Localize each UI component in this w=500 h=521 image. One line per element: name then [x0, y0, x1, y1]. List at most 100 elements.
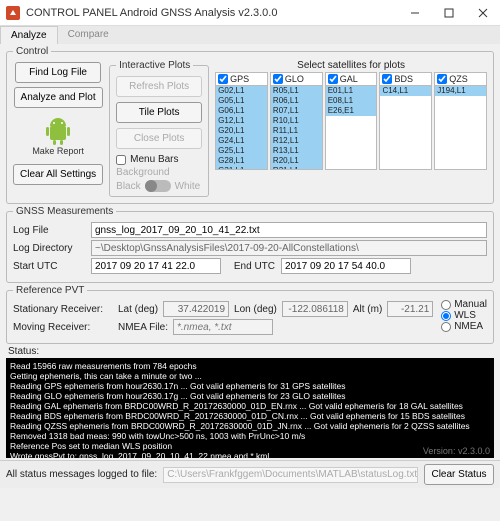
nmea-file-label: NMEA File: [118, 322, 168, 333]
make-report-button[interactable]: Make Report [28, 112, 88, 160]
minimize-button[interactable] [398, 0, 432, 26]
sat-col-checkbox-gps[interactable] [218, 74, 228, 84]
tab-compare[interactable]: Compare [58, 26, 119, 44]
sat-item[interactable]: G28,L1 [216, 156, 267, 166]
close-button[interactable] [466, 0, 500, 26]
wls-radio[interactable] [441, 311, 451, 321]
sat-item[interactable]: G20,L1 [216, 126, 267, 136]
sat-item[interactable]: J194,L1 [435, 86, 486, 96]
sat-col-checkbox-glo[interactable] [273, 74, 283, 84]
menubars-checkbox[interactable] [116, 155, 126, 165]
nmea-file-field[interactable] [173, 319, 273, 335]
clear-all-button[interactable]: Clear All Settings [13, 164, 103, 185]
sat-list[interactable]: E01,L1E08,L1E26,E1 [325, 86, 378, 170]
sat-item[interactable]: R10,L1 [271, 116, 322, 126]
footer-bar: All status messages logged to file: C:\U… [0, 460, 500, 488]
satellite-select-group: Select satellites for plots GPS G02,L1G05… [215, 60, 487, 197]
sat-item[interactable]: R05,L1 [271, 86, 322, 96]
lon-label: Lon (deg) [234, 304, 277, 315]
status-line: Reference Pos set to median WLS position [10, 441, 490, 451]
sat-col-label: QZS [449, 74, 468, 84]
sat-list[interactable]: R05,L1R06,L1R07,L1R10,L1R11,L1R12,L1R13,… [270, 86, 323, 170]
sat-item[interactable]: E08,L1 [326, 96, 377, 106]
sat-col-checkbox-bds[interactable] [382, 74, 392, 84]
sat-item[interactable]: G24,L1 [216, 136, 267, 146]
sat-item[interactable]: R06,L1 [271, 96, 322, 106]
status-label: Status: [8, 346, 494, 357]
sat-item[interactable]: R21,L1 [271, 166, 322, 170]
wls-label: WLS [454, 310, 476, 321]
sat-item[interactable]: R11,L1 [271, 126, 322, 136]
sat-col-glo: GLOR05,L1R06,L1R07,L1R10,L1R11,L1R12,L1R… [270, 72, 323, 170]
footer-label: All status messages logged to file: [6, 469, 157, 480]
sat-item[interactable]: G31,L1 [216, 166, 267, 170]
logfile-field[interactable] [91, 222, 487, 238]
tab-analyze[interactable]: Analyze [0, 26, 58, 44]
status-line: Read 15966 raw measurements from 784 epo… [10, 361, 490, 371]
mode-tabs: Analyze Compare [0, 26, 500, 44]
interactive-plots-legend: Interactive Plots [116, 60, 193, 71]
nmea-radio[interactable] [441, 322, 451, 332]
status-console[interactable]: Read 15966 raw measurements from 784 epo… [6, 358, 494, 458]
alt-label: Alt (m) [353, 304, 382, 315]
endutc-field[interactable] [281, 258, 411, 274]
sat-col-label: GPS [230, 74, 249, 84]
sat-item[interactable]: R13,L1 [271, 146, 322, 156]
sat-col-checkbox-gal[interactable] [328, 74, 338, 84]
clear-status-button[interactable]: Clear Status [424, 464, 494, 485]
control-legend: Control [13, 46, 51, 57]
refresh-plots-button[interactable]: Refresh Plots [116, 76, 202, 97]
manual-radio[interactable] [441, 300, 451, 310]
gnss-measurements-group: GNSS Measurements Log File Log Directory… [6, 206, 494, 283]
sat-col-checkbox-qzs[interactable] [437, 74, 447, 84]
status-line: Reading GLO ephemeris from hour2630.17g … [10, 391, 490, 401]
reference-pvt-group: Reference PVT Stationary Receiver: Lat (… [6, 285, 494, 344]
window-title: CONTROL PANEL Android GNSS Analysis v2.3… [26, 7, 277, 19]
sat-list[interactable]: G02,L1G05,L1G06,L1G12,L1G20,L1G24,L1G25,… [215, 86, 268, 170]
control-group: Control Find Log File Analyze and Plot M… [6, 46, 494, 204]
sat-item[interactable]: G12,L1 [216, 116, 267, 126]
logdir-field[interactable] [91, 240, 487, 256]
status-line: Wrote gnssPvt to: gnss_log_2017_09_20_10… [10, 451, 490, 458]
alt-field[interactable] [387, 301, 433, 317]
tile-plots-button[interactable]: Tile Plots [116, 102, 202, 123]
version-value: v2.3.0.0 [458, 446, 490, 456]
satellite-legend: Select satellites for plots [215, 60, 487, 71]
endutc-label: End UTC [227, 261, 275, 272]
lat-field[interactable] [163, 301, 229, 317]
sat-list[interactable]: J194,L1 [434, 86, 487, 170]
app-icon [6, 6, 20, 20]
menubars-label: Menu Bars [130, 154, 178, 165]
interactive-plots-group: Interactive Plots Refresh Plots Tile Plo… [109, 60, 209, 197]
background-label: Background [116, 167, 202, 178]
sat-item[interactable]: R12,L1 [271, 136, 322, 146]
startutc-field[interactable] [91, 258, 221, 274]
android-icon [38, 116, 78, 146]
sat-item[interactable]: C14,L1 [380, 86, 431, 96]
version-label: Version: [423, 446, 456, 456]
maximize-button[interactable] [432, 0, 466, 26]
stationary-label: Stationary Receiver: [13, 304, 113, 315]
sat-item[interactable]: G05,L1 [216, 96, 267, 106]
status-line: Reading QZSS ephemeris from BRDC00WRD_R_… [10, 421, 490, 431]
reference-pvt-legend: Reference PVT [13, 285, 87, 296]
moving-label: Moving Receiver: [13, 322, 113, 333]
analyze-plot-button[interactable]: Analyze and Plot [14, 87, 103, 108]
sat-item[interactable]: G06,L1 [216, 106, 267, 116]
sat-item[interactable]: R07,L1 [271, 106, 322, 116]
background-toggle[interactable] [145, 180, 171, 192]
manual-label: Manual [454, 299, 487, 310]
sat-item[interactable]: E01,L1 [326, 86, 377, 96]
sat-item[interactable]: G02,L1 [216, 86, 267, 96]
sat-col-qzs: QZS J194,L1 [434, 72, 487, 170]
sat-list[interactable]: C14,L1 [379, 86, 432, 170]
sat-item[interactable]: R20,L1 [271, 156, 322, 166]
logdir-label: Log Directory [13, 243, 85, 254]
find-log-button[interactable]: Find Log File [15, 62, 101, 83]
sat-item[interactable]: E26,E1 [326, 106, 377, 116]
close-plots-button[interactable]: Close Plots [116, 128, 202, 149]
sat-item[interactable]: G25,L1 [216, 146, 267, 156]
lon-field[interactable] [282, 301, 348, 317]
status-group: Status: Read 15966 raw measurements from… [6, 346, 494, 458]
sat-col-gps: GPSG02,L1G05,L1G06,L1G12,L1G20,L1G24,L1G… [215, 72, 268, 170]
